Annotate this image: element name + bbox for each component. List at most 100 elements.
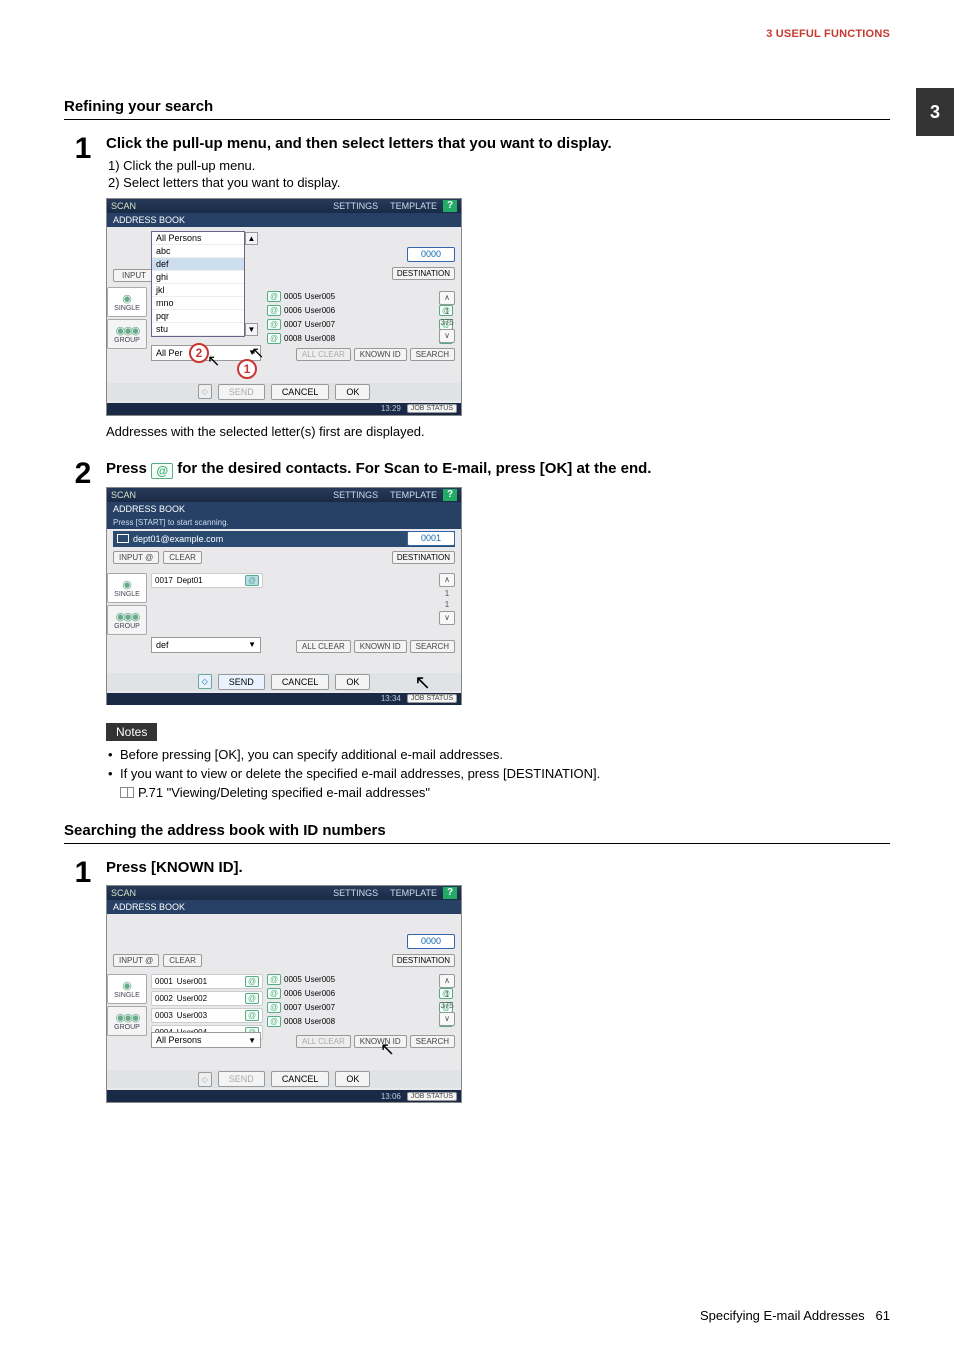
known-id-button[interactable]: KNOWN ID — [354, 1035, 407, 1048]
template-tab[interactable]: TEMPLATE — [390, 888, 437, 898]
content: Refining your search 1 Click the pull-up… — [64, 0, 890, 1111]
destination-button[interactable]: DESTINATION — [392, 267, 455, 280]
dd-pqr[interactable]: pqr — [152, 310, 244, 323]
list-item[interactable]: 0001 User001@ — [151, 974, 263, 989]
pullup-menu-closed[interactable]: def▼ — [151, 637, 261, 653]
at-icon[interactable]: @ — [245, 976, 259, 987]
pullup-menu-closed[interactable]: All Persons▼ — [151, 1032, 261, 1048]
step-number: 1 — [64, 134, 102, 164]
template-tab[interactable]: TEMPLATE — [390, 490, 437, 500]
cancel-button[interactable]: CANCEL — [271, 674, 330, 690]
page: 3 USEFUL FUNCTIONS 3 Refining your searc… — [0, 0, 954, 1351]
at-icon[interactable]: @ — [267, 319, 281, 330]
book-icon — [120, 787, 134, 798]
group-tab[interactable]: ◉◉◉ GROUP — [107, 319, 147, 349]
send-button[interactable]: SEND — [218, 1071, 265, 1087]
list-item[interactable]: 0002 User002@ — [151, 991, 263, 1006]
job-status-button[interactable]: JOB STATUS — [407, 694, 457, 703]
mail-icon — [117, 534, 129, 543]
dropdown-up-arrow[interactable]: ▲ — [245, 232, 258, 245]
input-at-button[interactable]: INPUT @ — [113, 954, 159, 967]
send-button[interactable]: SEND — [218, 674, 265, 690]
dd-abc[interactable]: abc — [152, 245, 244, 258]
settings-tab[interactable]: SETTINGS — [333, 490, 378, 500]
job-status-button[interactable]: JOB STATUS — [407, 404, 457, 413]
clear-button[interactable]: CLEAR — [163, 551, 202, 564]
all-clear-button[interactable]: ALL CLEAR — [296, 1035, 351, 1048]
dd-def[interactable]: def — [152, 258, 244, 271]
chapter-tab: 3 — [916, 88, 954, 136]
at-icon[interactable]: @ — [267, 988, 281, 999]
dd-stu[interactable]: stu — [152, 323, 244, 336]
settings-tab[interactable]: SETTINGS — [333, 201, 378, 211]
at-icon[interactable]: @ — [245, 993, 259, 1004]
at-icon[interactable]: @ — [267, 974, 281, 985]
ok-button[interactable]: OK — [335, 674, 370, 690]
search-button[interactable]: SEARCH — [410, 348, 455, 361]
send-icon: ◇ — [198, 384, 212, 399]
job-status-button[interactable]: JOB STATUS — [407, 1092, 457, 1101]
input-at-button[interactable]: INPUT @ — [113, 551, 159, 564]
at-icon[interactable]: @ — [245, 575, 259, 586]
scroll-up[interactable]: ∧ — [439, 573, 455, 587]
dd-allpersons[interactable]: All Persons — [152, 232, 244, 245]
list-item[interactable]: 0003 User003@ — [151, 1008, 263, 1023]
step-1-caption: Addresses with the selected letter(s) fi… — [106, 424, 890, 439]
list-item[interactable]: 0017 Dept01 @ — [151, 573, 263, 588]
help-icon[interactable]: ? — [443, 489, 457, 501]
help-icon[interactable]: ? — [443, 200, 457, 212]
all-clear-button[interactable]: ALL CLEAR — [296, 348, 351, 361]
single-tab[interactable]: ◉ SINGLE — [107, 287, 147, 317]
step-number: 2 — [64, 459, 102, 489]
scroll-down[interactable]: ∨ — [439, 1012, 455, 1026]
dd-mno[interactable]: mno — [152, 297, 244, 310]
known-id-button[interactable]: KNOWN ID — [354, 348, 407, 361]
count-badge: 0000 — [407, 934, 455, 949]
cancel-button[interactable]: CANCEL — [271, 1071, 330, 1087]
dd-jkl[interactable]: jkl — [152, 284, 244, 297]
destination-button[interactable]: DESTINATION — [392, 954, 455, 967]
group-tab[interactable]: ◉◉◉ GROUP — [107, 1006, 147, 1036]
search-button[interactable]: SEARCH — [410, 640, 455, 653]
send-button[interactable]: SEND — [218, 384, 265, 400]
scan-panel-2: SCAN SETTINGS TEMPLATE ? ADDRESS BOOK Pr… — [106, 487, 462, 705]
scroll-down[interactable]: ∨ — [439, 329, 455, 343]
single-tab[interactable]: ◉ SINGLE — [107, 974, 147, 1004]
scroll-up[interactable]: ∧ — [439, 974, 455, 988]
note-2: If you want to view or delete the specif… — [106, 766, 890, 781]
at-icon[interactable]: @ — [267, 1002, 281, 1013]
group-tab[interactable]: ◉◉◉ GROUP — [107, 605, 147, 635]
letter-dropdown[interactable]: ▲ All Persons abc def ghi jkl mno pqr st… — [151, 231, 245, 337]
at-icon[interactable]: @ — [245, 1010, 259, 1021]
scan-panel-3: SCAN SETTINGS TEMPLATE ? ADDRESS BOOK 00… — [106, 885, 462, 1103]
input-button[interactable]: INPUT — [113, 269, 155, 282]
panel-title: SCAN — [111, 888, 136, 898]
at-icon[interactable]: @ — [267, 305, 281, 316]
at-icon[interactable]: @ — [267, 1016, 281, 1027]
dropdown-down-arrow[interactable]: ▼ — [245, 323, 258, 336]
single-tab[interactable]: ◉ SINGLE — [107, 573, 147, 603]
clear-button[interactable]: CLEAR — [163, 954, 202, 967]
dd-ghi[interactable]: ghi — [152, 271, 244, 284]
running-header: 3 USEFUL FUNCTIONS — [766, 28, 890, 40]
step-1-heading: Click the pull-up menu, and then select … — [106, 134, 890, 154]
at-icon[interactable]: @ — [267, 333, 281, 344]
destination-button[interactable]: DESTINATION — [392, 551, 455, 564]
scroll-down[interactable]: ∨ — [439, 611, 455, 625]
settings-tab[interactable]: SETTINGS — [333, 888, 378, 898]
cancel-button[interactable]: CANCEL — [271, 384, 330, 400]
known-id-button[interactable]: KNOWN ID — [354, 640, 407, 653]
section-refining: Refining your search — [64, 98, 890, 120]
search-button[interactable]: SEARCH — [410, 1035, 455, 1048]
ok-button[interactable]: OK — [335, 1071, 370, 1087]
template-tab[interactable]: TEMPLATE — [390, 201, 437, 211]
send-icon: ◇ — [198, 1072, 212, 1087]
ok-button[interactable]: OK — [335, 384, 370, 400]
section-searching: Searching the address book with ID numbe… — [64, 822, 890, 844]
all-clear-button[interactable]: ALL CLEAR — [296, 640, 351, 653]
panel-subtitle: ADDRESS BOOK — [107, 900, 461, 914]
at-icon[interactable]: @ — [267, 291, 281, 302]
help-icon[interactable]: ? — [443, 887, 457, 899]
scroll-up[interactable]: ∧ — [439, 291, 455, 305]
notes-label: Notes — [106, 723, 157, 741]
